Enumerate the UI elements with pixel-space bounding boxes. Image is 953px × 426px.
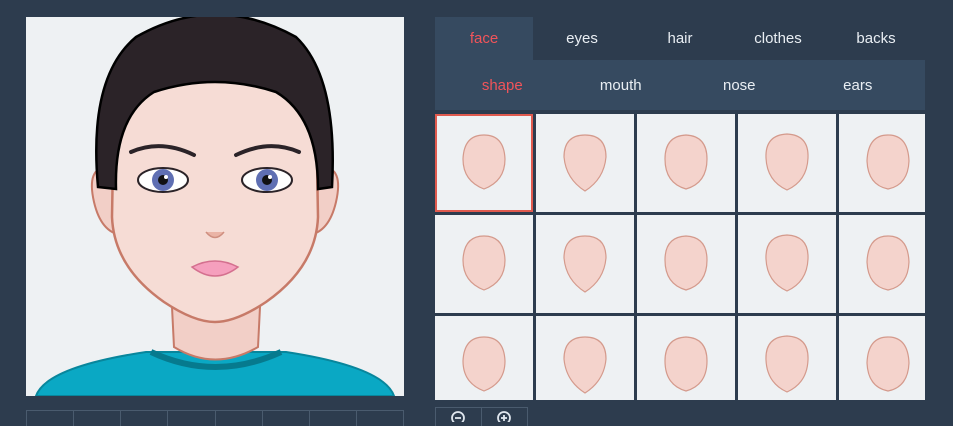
zoom-out-button[interactable] xyxy=(435,407,482,426)
tab-clothes[interactable]: clothes xyxy=(729,17,827,60)
face-shape-option[interactable] xyxy=(435,114,533,212)
zoom-in-button[interactable] xyxy=(482,407,528,426)
face-shape-option[interactable] xyxy=(738,215,836,313)
face-shape-option[interactable] xyxy=(435,316,533,400)
face-shape-option[interactable] xyxy=(637,316,735,400)
face-shape-icon xyxy=(765,234,809,292)
face-shape-icon xyxy=(866,235,910,291)
avatar-illustration xyxy=(34,17,396,396)
face-shape-icon xyxy=(866,336,910,392)
face-shape-icon xyxy=(462,235,506,291)
face-shape-option[interactable] xyxy=(637,114,735,212)
face-shape-option[interactable] xyxy=(536,114,634,212)
avatar-toolbar xyxy=(26,410,404,426)
feature-subtabs: shape mouth nose ears xyxy=(435,60,925,110)
tab-face[interactable]: face xyxy=(435,17,533,60)
face-shape-grid xyxy=(435,114,925,400)
category-tabs: face eyes hair clothes backs xyxy=(435,17,925,60)
toolbar-button[interactable] xyxy=(168,411,216,426)
toolbar-button[interactable] xyxy=(26,411,75,426)
zoom-in-icon xyxy=(496,411,511,422)
subtab-nose[interactable]: nose xyxy=(680,60,799,110)
face-shape-option[interactable] xyxy=(738,114,836,212)
tab-backs[interactable]: backs xyxy=(827,17,925,60)
toolbar-button[interactable] xyxy=(356,411,404,426)
face-shape-icon xyxy=(664,235,708,291)
avatar-preview xyxy=(26,17,404,396)
face-shape-option[interactable] xyxy=(839,316,925,400)
face-shape-option[interactable] xyxy=(435,215,533,313)
toolbar-button[interactable] xyxy=(121,411,169,426)
face-shape-icon xyxy=(563,336,607,394)
tab-eyes[interactable]: eyes xyxy=(533,17,631,60)
face-shape-icon xyxy=(563,235,607,293)
face-shape-icon xyxy=(664,134,708,190)
face-shape-option[interactable] xyxy=(536,215,634,313)
face-shape-option[interactable] xyxy=(738,316,836,400)
face-shape-option[interactable] xyxy=(536,316,634,400)
toolbar-button[interactable] xyxy=(215,411,263,426)
face-shape-icon xyxy=(765,335,809,393)
toolbar-button[interactable] xyxy=(262,411,310,426)
subtab-mouth[interactable]: mouth xyxy=(562,60,681,110)
face-shape-icon xyxy=(664,336,708,392)
face-shape-icon xyxy=(462,336,506,392)
toolbar-button[interactable] xyxy=(309,411,357,426)
face-shape-icon xyxy=(866,134,910,190)
face-shape-icon xyxy=(563,134,607,192)
editor-panel: face eyes hair clothes backs shape mouth… xyxy=(435,17,925,400)
face-shape-option[interactable] xyxy=(839,215,925,313)
zoom-controls xyxy=(435,407,528,426)
subtab-shape[interactable]: shape xyxy=(443,60,562,110)
face-shape-icon xyxy=(765,133,809,191)
face-shape-option[interactable] xyxy=(839,114,925,212)
tab-hair[interactable]: hair xyxy=(631,17,729,60)
subtab-ears[interactable]: ears xyxy=(799,60,918,110)
face-shape-option[interactable] xyxy=(637,215,735,313)
zoom-out-icon xyxy=(450,411,465,422)
toolbar-button[interactable] xyxy=(74,411,122,426)
face-shape-icon xyxy=(462,134,506,190)
